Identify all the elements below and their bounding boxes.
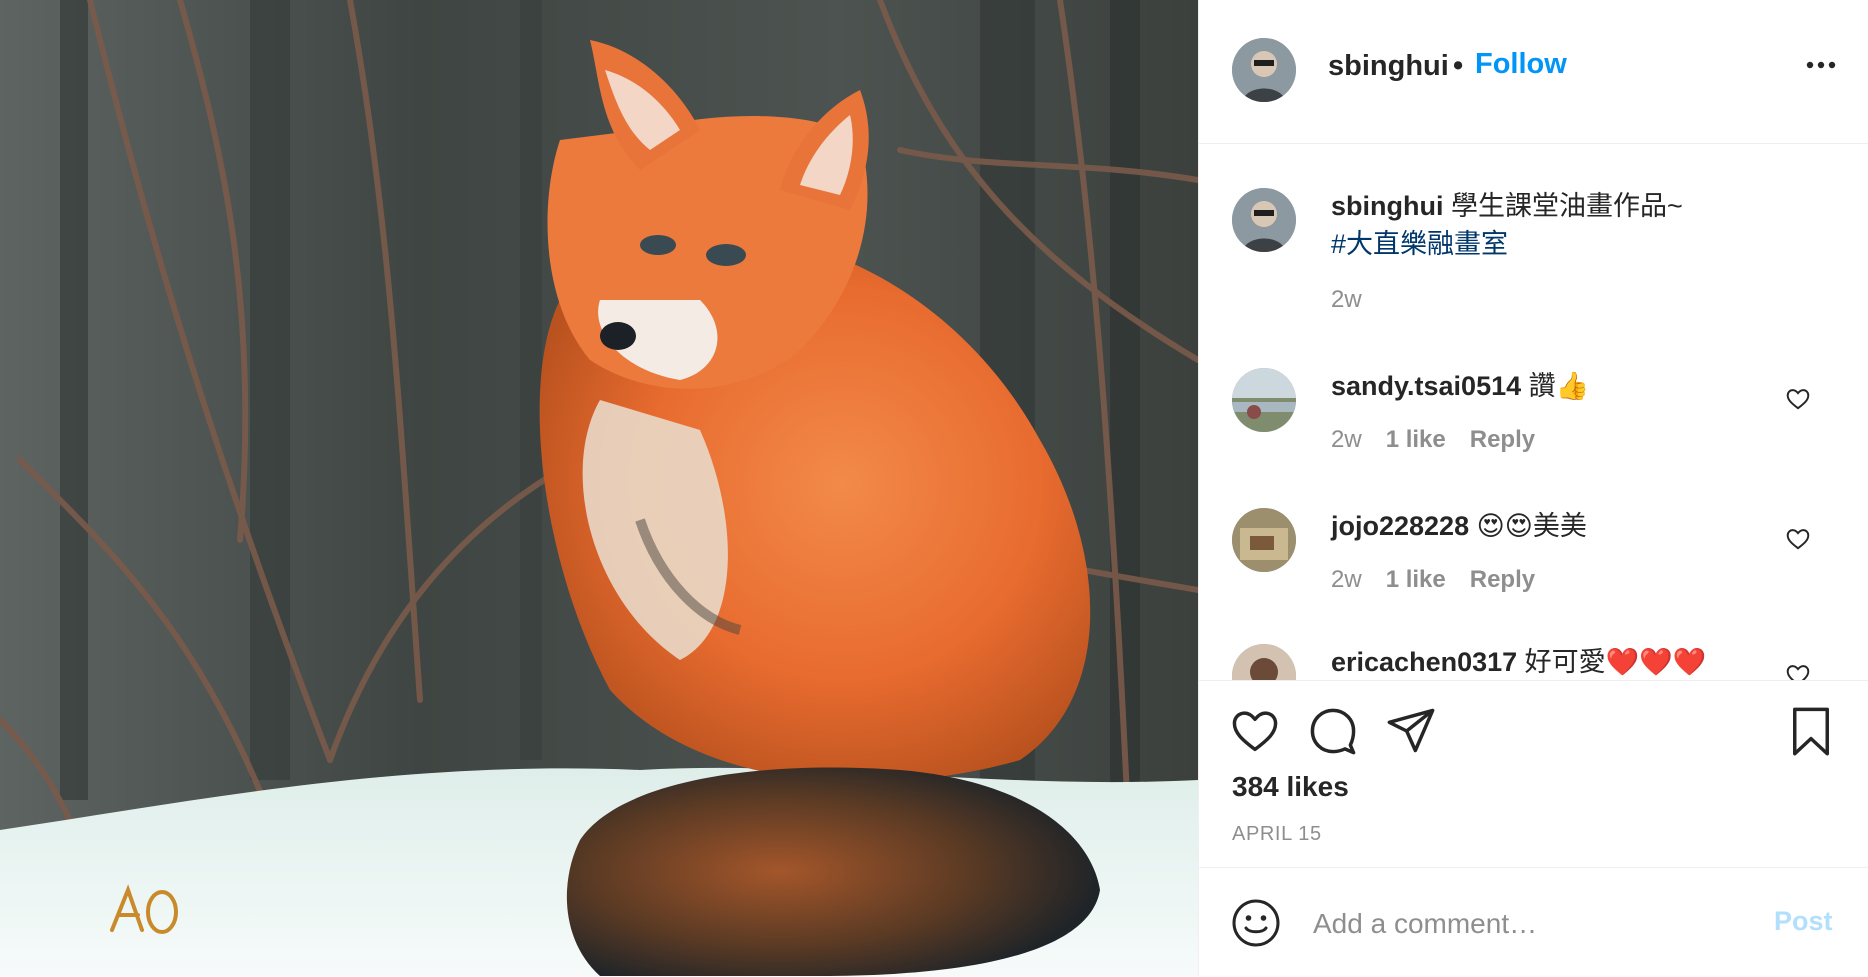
comment-username[interactable]: sandy.tsai0514 xyxy=(1331,371,1521,401)
share-send-icon[interactable] xyxy=(1385,705,1437,757)
comment-body: 😍😍美美 xyxy=(1469,511,1587,541)
comment-input[interactable] xyxy=(1311,898,1745,950)
comment-like-heart-icon[interactable] xyxy=(1785,662,1811,680)
post-actions: 384 likes APRIL 15 xyxy=(1199,680,1868,868)
caption-avatar[interactable] xyxy=(1232,188,1296,252)
comment-body: 好可愛❤️❤️❤️ xyxy=(1517,647,1707,677)
likes-count[interactable]: 384 likes xyxy=(1232,771,1349,803)
comment-like-heart-icon[interactable] xyxy=(1785,386,1811,412)
caption-body: 學生課堂油畫作品~ xyxy=(1443,191,1683,221)
author-username[interactable]: sbinghui xyxy=(1328,50,1449,83)
caption-text: sbinghui 學生課堂油畫作品~ xyxy=(1331,188,1683,224)
bookmark-save-icon[interactable] xyxy=(1785,705,1837,757)
comments-section[interactable]: sbinghui 學生課堂油畫作品~ #大直樂融畫室 2w sandy.tsai… xyxy=(1199,144,1868,680)
post-sidebar: sbinghui • Follow sbinghui 學生課堂油畫作品~ #大直… xyxy=(1198,0,1868,976)
fox-painting xyxy=(0,0,1198,976)
instagram-post: sbinghui • Follow sbinghui 學生課堂油畫作品~ #大直… xyxy=(0,0,1868,976)
caption-hashtag[interactable]: #大直樂融畫室 xyxy=(1331,226,1508,262)
comment-text: jojo228228 😍😍美美 xyxy=(1331,508,1587,544)
post-comment-button[interactable]: Post xyxy=(1774,906,1833,937)
comment-meta: 2w 1 like Reply xyxy=(1331,566,1559,594)
commenter-avatar[interactable] xyxy=(1232,368,1296,432)
comment-meta: 2w 1 like Reply xyxy=(1331,426,1559,454)
comment-bubble-icon[interactable] xyxy=(1307,705,1359,757)
comment-time[interactable]: 2w xyxy=(1331,426,1362,453)
more-options-icon[interactable] xyxy=(1803,50,1839,80)
comment-text: sandy.tsai0514 讚👍 xyxy=(1331,368,1589,404)
emoji-smiley-icon[interactable] xyxy=(1231,898,1281,948)
separator-dot: • xyxy=(1453,50,1464,82)
comment-likes[interactable]: 1 like xyxy=(1386,566,1446,593)
reply-button[interactable]: Reply xyxy=(1470,426,1535,453)
caption-username[interactable]: sbinghui xyxy=(1331,191,1443,221)
comment-text: ericachen0317 好可愛❤️❤️❤️ xyxy=(1331,644,1707,680)
post-date[interactable]: APRIL 15 xyxy=(1232,823,1322,846)
comment-username[interactable]: jojo228228 xyxy=(1331,511,1469,541)
commenter-avatar[interactable] xyxy=(1232,508,1296,572)
post-image[interactable] xyxy=(0,0,1198,976)
like-heart-icon[interactable] xyxy=(1229,705,1281,757)
reply-button[interactable]: Reply xyxy=(1470,566,1535,593)
comment-time[interactable]: 2w xyxy=(1331,566,1362,593)
add-comment-bar: Post xyxy=(1199,867,1868,977)
comment-username[interactable]: ericachen0317 xyxy=(1331,647,1517,677)
post-header: sbinghui • Follow xyxy=(1199,0,1868,144)
comment-likes[interactable]: 1 like xyxy=(1386,426,1446,453)
comment-like-heart-icon[interactable] xyxy=(1785,526,1811,552)
commenter-avatar[interactable] xyxy=(1232,644,1296,680)
comment-body: 讚👍 xyxy=(1521,371,1590,401)
caption-meta: 2w xyxy=(1331,286,1386,314)
caption-time[interactable]: 2w xyxy=(1331,286,1362,313)
follow-button[interactable]: Follow xyxy=(1475,48,1567,81)
author-avatar[interactable] xyxy=(1232,38,1296,102)
